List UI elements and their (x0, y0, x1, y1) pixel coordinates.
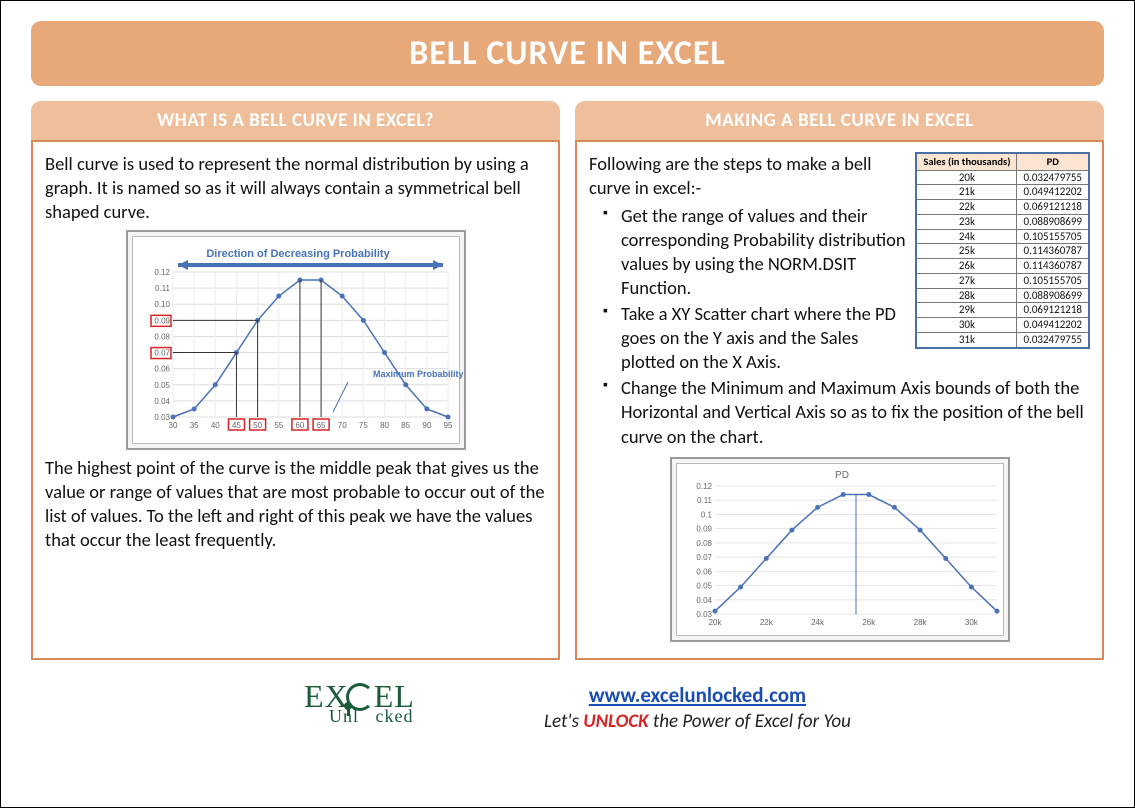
svg-text:0.06: 0.06 (696, 567, 712, 576)
svg-text:60: 60 (295, 421, 304, 430)
svg-text:70: 70 (337, 421, 346, 430)
chart1-svg: Direction of Decreasing Probability 0.03… (133, 237, 463, 437)
svg-text:80: 80 (380, 421, 389, 430)
svg-text:0.09: 0.09 (696, 524, 712, 533)
svg-text:35: 35 (189, 421, 198, 430)
svg-text:0.09: 0.09 (154, 316, 170, 325)
svg-text:0.11: 0.11 (155, 284, 171, 293)
left-para-2: The highest point of the curve is the mi… (45, 456, 546, 552)
chart2-title: PD (835, 470, 849, 481)
svg-text:0.12: 0.12 (696, 482, 712, 491)
svg-text:0.11: 0.11 (697, 496, 713, 505)
svg-text:50: 50 (253, 421, 262, 430)
table-row: 20k0.032479755 (916, 170, 1089, 185)
svg-text:0.12: 0.12 (154, 268, 170, 277)
footer: EXEL Unl cked www.excelunlocked.com Let'… (31, 678, 1104, 738)
svg-text:40: 40 (210, 421, 219, 430)
svg-text:30k: 30k (964, 618, 978, 627)
chart2-svg: PD 0.030.040.050.060.070.080.090.10.110.… (677, 464, 1007, 629)
bell-curve-chart-2: PD 0.030.040.050.060.070.080.090.10.110.… (670, 457, 1010, 642)
svg-text:95: 95 (443, 421, 452, 430)
svg-text:20k: 20k (708, 618, 722, 627)
svg-text:30: 30 (168, 421, 177, 430)
right-body: Sales (in thousands)PD 20k0.03247975521k… (575, 140, 1104, 660)
svg-text:0.05: 0.05 (696, 581, 712, 590)
tagline-em: UNLOCK (583, 710, 648, 733)
left-para-1: Bell curve is used to represent the norm… (45, 152, 546, 224)
chart1-grid (173, 272, 448, 417)
tagline: Let's UNLOCK the Power of Excel for You (544, 710, 851, 733)
logo: EXEL Unl cked (284, 678, 484, 738)
svg-text:22k: 22k (759, 618, 773, 627)
svg-text:0.07: 0.07 (154, 349, 170, 358)
svg-text:65: 65 (316, 421, 325, 430)
svg-text:0.06: 0.06 (154, 365, 170, 374)
svg-text:45: 45 (232, 421, 241, 430)
list-item: Change the Minimum and Maximum Axis boun… (607, 376, 1090, 448)
footer-text: www.excelunlocked.com Let's UNLOCK the P… (544, 682, 851, 733)
svg-text:0.04: 0.04 (696, 595, 712, 604)
chart2-x-axis: 20k 22k 24k 26k 28k 30k (708, 618, 978, 627)
left-column: WHAT IS A BELL CURVE IN EXCEL? Bell curv… (31, 101, 560, 660)
svg-text:26k: 26k (862, 618, 876, 627)
svg-text:55: 55 (274, 421, 283, 430)
svg-text:0.10: 0.10 (154, 300, 170, 309)
max-prob-label: Maximum Probability (373, 369, 463, 379)
svg-text:0.05: 0.05 (154, 381, 170, 390)
svg-text:85: 85 (401, 421, 410, 430)
svg-text:90: 90 (422, 421, 431, 430)
svg-text:0.07: 0.07 (696, 553, 712, 562)
logo-bottom-text: Unl cked (329, 706, 413, 727)
chart1-title: Direction of Decreasing Probability (206, 248, 390, 260)
svg-text:24k: 24k (811, 618, 825, 627)
table-header: Sales (in thousands) (916, 153, 1017, 170)
list-item: Get the range of values and their corres… (607, 204, 1090, 300)
svg-text:75: 75 (358, 421, 367, 430)
list-item: Take a XY Scatter chart where the PD goe… (607, 302, 1090, 374)
tagline-post: the Power of Excel for You (649, 710, 851, 733)
website-link[interactable]: www.excelunlocked.com (589, 682, 806, 708)
left-body: Bell curve is used to represent the norm… (31, 140, 560, 660)
main-title-bar: BELL CURVE IN EXCEL (31, 21, 1104, 86)
right-column: MAKING A BELL CURVE IN EXCEL Sales (in t… (575, 101, 1104, 660)
arrow-right (433, 260, 443, 270)
right-header: MAKING A BELL CURVE IN EXCEL (575, 101, 1104, 140)
left-header: WHAT IS A BELL CURVE IN EXCEL? (31, 101, 560, 140)
steps-list: Get the range of values and their corres… (589, 204, 1090, 448)
svg-text:0.04: 0.04 (154, 397, 170, 406)
main-title: BELL CURVE IN EXCEL (43, 33, 1092, 74)
content-columns: WHAT IS A BELL CURVE IN EXCEL? Bell curv… (31, 101, 1104, 660)
table-header: PD (1017, 153, 1089, 170)
table-row: 21k0.049412202 (916, 185, 1089, 200)
bell-curve-chart-1: Direction of Decreasing Probability 0.03… (126, 230, 466, 450)
tagline-pre: Let's (544, 710, 583, 733)
chart2-y-axis: 0.030.040.050.060.070.080.090.10.110.12 (696, 482, 997, 619)
svg-text:0.1: 0.1 (700, 510, 712, 519)
svg-text:28k: 28k (913, 618, 927, 627)
svg-text:0.08: 0.08 (154, 333, 170, 342)
arrow-left (178, 260, 188, 270)
svg-text:0.08: 0.08 (696, 538, 712, 547)
